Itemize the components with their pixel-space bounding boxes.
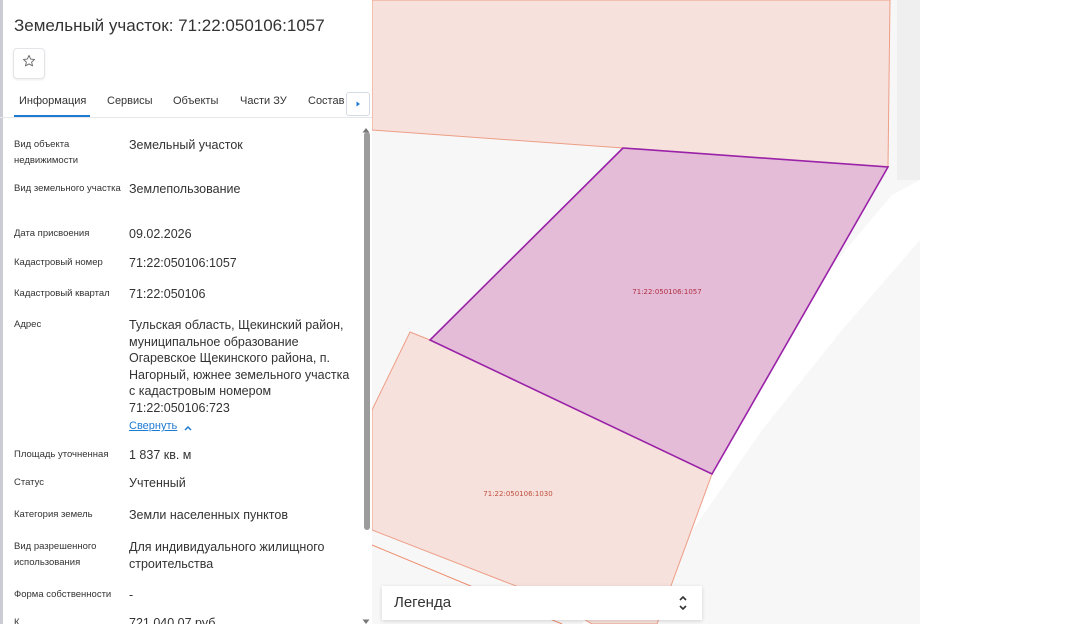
field-value: -	[129, 588, 134, 602]
parcel-label-1057: 71:22:050106:1057	[632, 288, 701, 296]
blank-area	[920, 0, 1073, 624]
parcel-label-1030: 71:22:050106:1030	[483, 490, 552, 498]
field-label: Вид разрешенного использования	[14, 541, 97, 568]
tab-bar: Информация Сервисы Объекты Части ЗУ Сост…	[10, 88, 356, 118]
field-value: Учтенный	[129, 476, 186, 490]
field-label: Категория земель	[14, 509, 93, 520]
legend-label: Легенда	[394, 594, 452, 611]
field-label: Дата присвоения	[14, 228, 90, 239]
page-title: Земельный участок: 71:22:050106:1057	[14, 16, 325, 35]
panel-left-border	[0, 0, 3, 624]
field-value: 1 837 кв. м	[129, 448, 192, 462]
field-value: 09.02.2026	[129, 227, 192, 241]
field-label: Вид земельного участка	[14, 183, 121, 194]
scroll-down-arrow-icon[interactable]	[362, 612, 370, 624]
tab-parcel-parts[interactable]: Части ЗУ	[240, 95, 287, 107]
favorite-button[interactable]	[13, 48, 45, 79]
field-label: Статус	[14, 477, 45, 488]
field-label: Адрес	[14, 319, 42, 330]
tabs-divider	[0, 117, 372, 118]
field-value: 71:22:050106	[129, 287, 206, 301]
field-value: 71:22:050106:1057	[129, 256, 237, 270]
tabs-scroll-right-button[interactable]	[346, 92, 370, 116]
field-label: Вид объекта недвижимости	[14, 139, 79, 166]
caret-right-icon	[354, 95, 362, 113]
expand-collapse-icon[interactable]	[678, 594, 688, 617]
collapse-link[interactable]: Свернуть	[129, 420, 177, 432]
legend-panel[interactable]: Легенда	[382, 586, 702, 620]
chevron-up-icon[interactable]	[183, 420, 193, 438]
field-value: Для индивидуального жилищного строительс…	[129, 540, 325, 571]
field-value: 721 040,07 руб	[129, 616, 216, 624]
field-label: Площадь уточненная	[14, 449, 109, 460]
star-outline-icon	[22, 54, 36, 73]
field-label: Кадастровый квартал	[14, 288, 110, 299]
map-edge-gray	[897, 0, 920, 180]
address-value: Тульская область, Щекинский район, муниц…	[129, 318, 350, 415]
map-canvas[interactable]: 71:22:050106:1057 71:22:050106:1030	[372, 0, 920, 624]
field-label: Форма собственности	[14, 589, 112, 600]
field-label: К	[14, 617, 20, 624]
field-label: Кадастровый номер	[14, 257, 103, 268]
field-value: Земли населенных пунктов	[129, 508, 288, 522]
scrollbar-thumb[interactable]	[364, 132, 370, 530]
field-value: Землепользование	[129, 182, 241, 196]
info-panel: Земельный участок: 71:22:050106:1057 Инф…	[0, 0, 372, 624]
tab-info[interactable]: Информация	[19, 95, 86, 107]
parcel-upper	[372, 0, 891, 168]
tab-services[interactable]: Сервисы	[107, 95, 153, 107]
field-value: Земельный участок	[129, 138, 243, 152]
tab-composition[interactable]: Состав	[308, 95, 344, 107]
tab-objects[interactable]: Объекты	[173, 95, 218, 107]
